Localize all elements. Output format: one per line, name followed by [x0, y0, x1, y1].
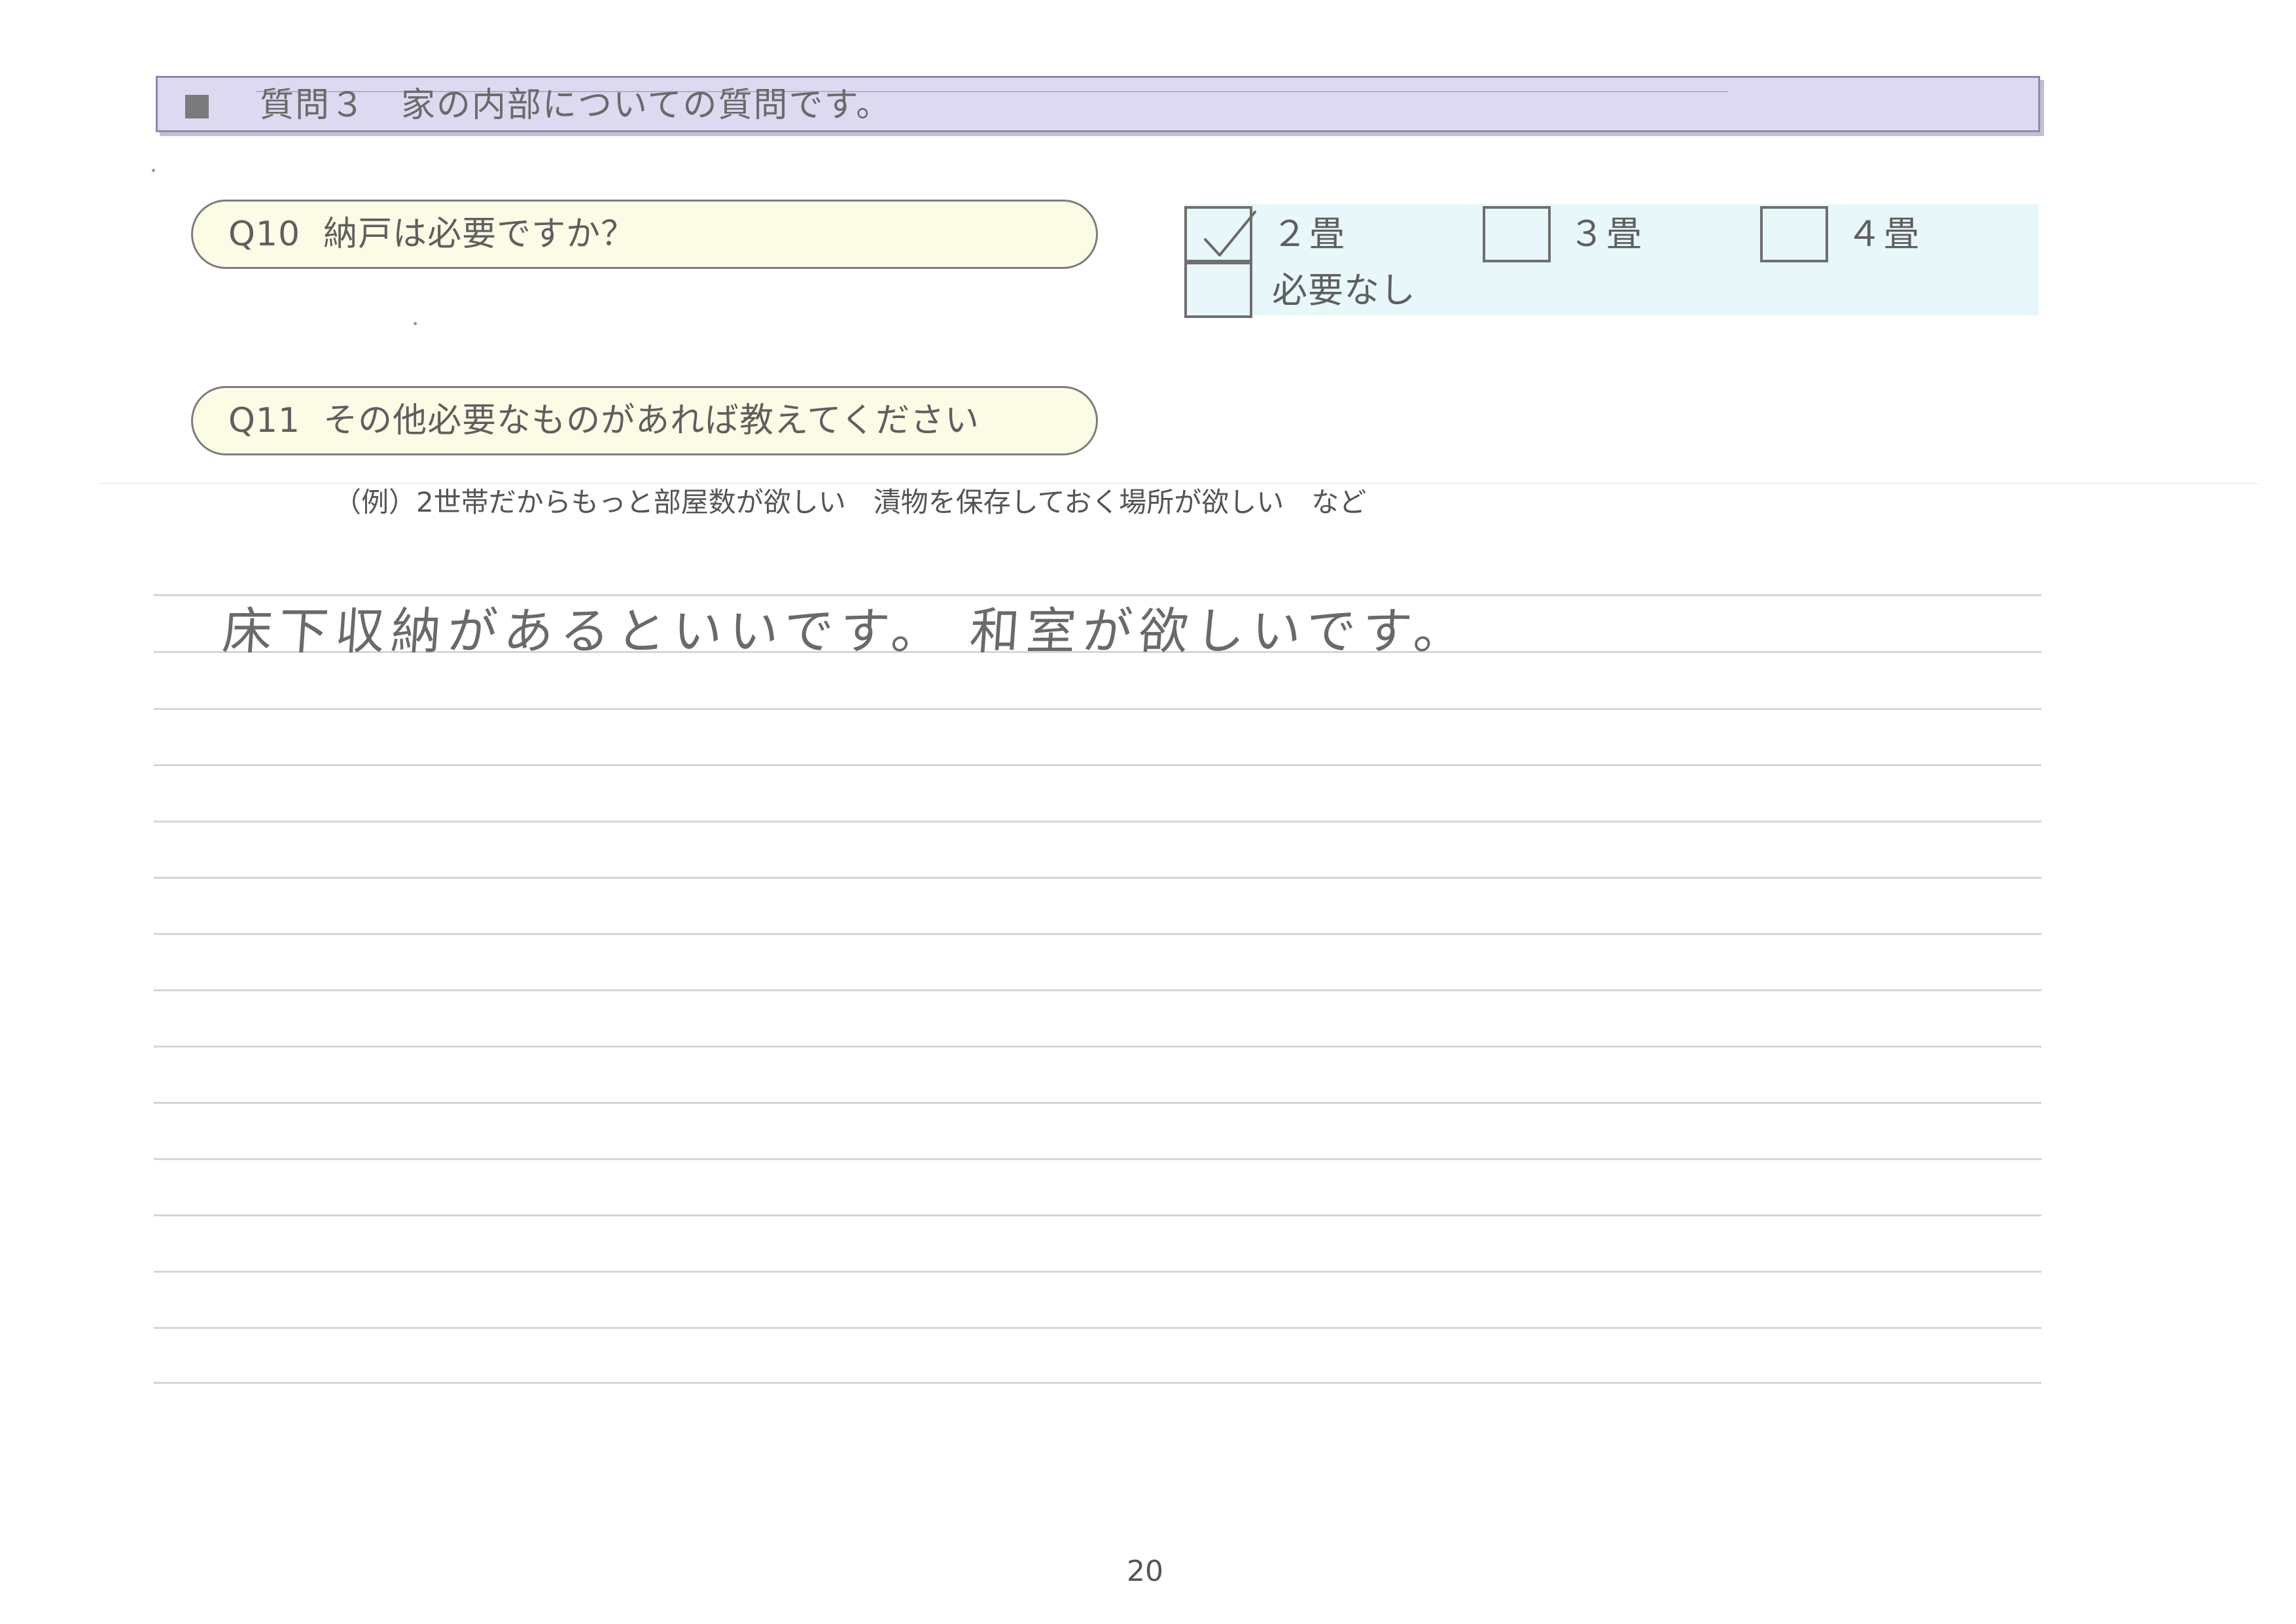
- answer-ruled-line: [154, 933, 2041, 935]
- square-bullet-icon: [185, 95, 209, 118]
- option-label-2-jo: ２畳: [1272, 213, 1347, 255]
- answer-ruled-line: [154, 989, 2041, 991]
- page-number: 20: [1127, 1555, 1163, 1588]
- q11-handwritten-answer[interactable]: 床下収納があるといいです。 和室が欲しいです。: [221, 602, 1472, 661]
- faint-guide-line: [98, 483, 2257, 484]
- answer-ruled-line: [154, 877, 2041, 879]
- answer-ruled-line: [154, 1046, 2041, 1048]
- section-title: 質問３ 家の内部についての質問です。: [260, 86, 892, 125]
- checkmark-icon: [1204, 211, 1256, 256]
- q10-question-text: Q10 納戸は必要ですか？: [228, 215, 636, 254]
- q11-question-text: Q11 その他必要なものがあれば教えてください: [228, 401, 980, 440]
- answer-ruled-line: [154, 1214, 2041, 1216]
- answer-ruled-line: [154, 1327, 2041, 1329]
- option-label-not-needed: 必要なし: [1272, 270, 1416, 311]
- checkbox-4-jo[interactable]: [1760, 206, 1828, 262]
- answer-ruled-line: [154, 1102, 2041, 1104]
- checkbox-not-needed[interactable]: [1184, 262, 1252, 318]
- scan-speck: [152, 169, 155, 172]
- answer-ruled-line: [154, 1382, 2041, 1384]
- option-label-4-jo: ４畳: [1846, 213, 1921, 255]
- q11-example-text: （例）2世帯だからもっと部屋数が欲しい 漬物を保存しておく場所が欲しい など: [334, 486, 1367, 518]
- answer-ruled-line: [154, 1271, 2041, 1273]
- answer-ruled-line: [154, 708, 2041, 710]
- checkbox-3-jo[interactable]: [1483, 206, 1551, 262]
- q11-question-box: Q11 その他必要なものがあれば教えてください: [191, 386, 1098, 455]
- q10-question-box: Q10 納戸は必要ですか？: [191, 200, 1098, 269]
- option-label-3-jo: ３畳: [1569, 213, 1644, 255]
- scan-speck: [414, 322, 417, 325]
- answer-ruled-line: [154, 1158, 2041, 1160]
- answer-ruled-line: [154, 594, 2041, 596]
- answer-ruled-line: [154, 764, 2041, 766]
- section-header: 質問３ 家の内部についての質問です。: [156, 76, 2040, 132]
- answer-ruled-line: [154, 821, 2041, 822]
